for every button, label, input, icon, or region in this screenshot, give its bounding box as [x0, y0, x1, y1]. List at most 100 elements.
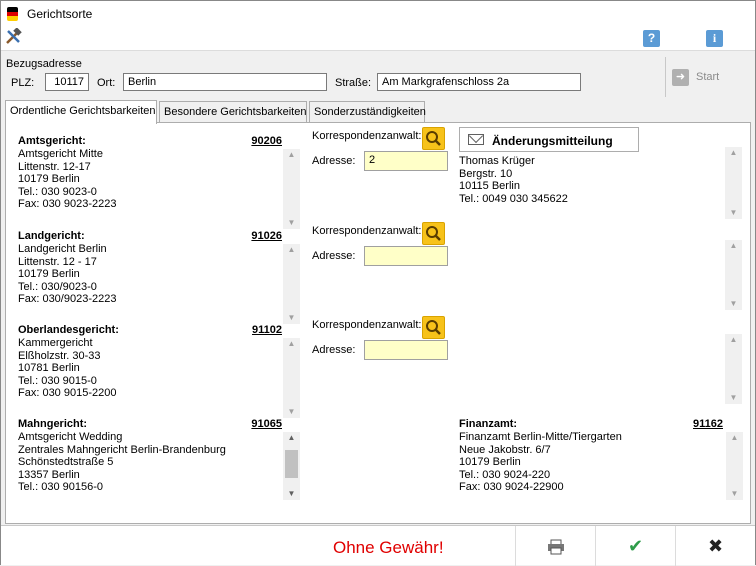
address-line: Littenstr. 12-17: [18, 160, 91, 173]
court-name: Finanzamt:: [459, 418, 518, 430]
court-mahngericht: Mahngericht: 91065 Amtsgericht Wedding Z…: [18, 418, 300, 510]
court-address: Amtsgericht Mitte Littenstr. 12-17 10179…: [18, 148, 280, 211]
scroll-down-icon[interactable]: ▼: [283, 217, 300, 229]
address-line: 10115 Berlin: [459, 180, 520, 193]
scroll-down-icon[interactable]: ▼: [725, 392, 742, 404]
scrollbar[interactable]: ▲ ▼: [283, 149, 300, 229]
address-field[interactable]: 2: [364, 151, 448, 171]
address-line: Tel.: 030 9024-220: [459, 468, 551, 481]
address-line: Bergstr. 10: [459, 167, 513, 180]
ort-input[interactable]: Berlin: [123, 73, 327, 91]
address-line: Schönstedtstraße 5: [18, 456, 114, 469]
scroll-down-icon[interactable]: ▼: [726, 488, 743, 500]
scrollbar[interactable]: ▲ ▼: [725, 147, 742, 219]
search-button[interactable]: [422, 222, 445, 245]
scroll-down-icon[interactable]: ▼: [283, 312, 300, 324]
change-notice-address: Thomas Krüger Bergstr. 10 10115 Berlin T…: [459, 155, 729, 205]
strasse-input[interactable]: Am Markgrafenschloss 2a: [377, 73, 581, 91]
title-bar: Gerichtsorte: [1, 1, 755, 27]
plz-label: PLZ:: [11, 77, 35, 89]
court-code[interactable]: 91102: [252, 324, 282, 336]
aenderungsmitteilung-label: Änderungsmitteilung: [492, 134, 613, 148]
scrollbar[interactable]: ▲ ▼: [726, 432, 743, 500]
arrow-right-icon: ➜: [672, 69, 689, 86]
address-line: Elßholzstr. 30-33: [18, 349, 101, 362]
tab-sonderzustaendigkeiten[interactable]: Sonderzuständigkeiten: [309, 101, 426, 123]
scroll-thumb[interactable]: [285, 450, 298, 478]
address-label: Adresse:: [312, 155, 356, 167]
address-field[interactable]: [364, 340, 448, 360]
court-code[interactable]: 90206: [251, 135, 282, 147]
aenderungsmitteilung-button[interactable]: Änderungsmitteilung: [459, 127, 639, 152]
search-button[interactable]: [422, 316, 445, 339]
address-line: Kammergericht: [18, 337, 93, 349]
scroll-down-icon[interactable]: ▼: [725, 298, 742, 310]
court-code[interactable]: 91026: [251, 230, 282, 242]
ort-label: Ort:: [97, 77, 116, 89]
address-line: 13357 Berlin: [18, 468, 80, 481]
cancel-button[interactable]: ✖: [675, 526, 755, 566]
plz-input[interactable]: 10117: [45, 73, 89, 91]
court-code[interactable]: 91065: [251, 418, 282, 430]
address-line: Tel.: 030 90156-0: [18, 481, 104, 494]
scrollbar[interactable]: ▲ ▼: [725, 240, 742, 310]
scroll-up-icon[interactable]: ▲: [283, 149, 300, 161]
group-label: Bezugsadresse: [6, 58, 82, 70]
scroll-up-icon[interactable]: ▲: [283, 338, 300, 350]
start-button[interactable]: ➜ Start: [672, 69, 742, 87]
court-address: Landgericht Berlin Littenstr. 12 - 17 10…: [18, 243, 280, 306]
court-name: Oberlandesgericht:: [18, 324, 119, 336]
magnifier-icon: [426, 131, 441, 146]
court-name: Mahngericht:: [18, 418, 88, 430]
court-amtsgericht: Amtsgericht: 90206 Amtsgericht Mitte Lit…: [18, 135, 300, 229]
print-button[interactable]: [515, 526, 595, 566]
court-landgericht: Landgericht: 91026 Landgericht Berlin Li…: [18, 230, 300, 324]
scroll-down-icon[interactable]: ▼: [283, 406, 300, 418]
scroll-down-icon[interactable]: ▼: [283, 488, 300, 500]
korrespondenz-oberlandesgericht: Korrespondenzanwalt: Adresse:: [312, 316, 452, 364]
address-line: Thomas Krüger: [459, 155, 535, 167]
court-address: Finanzamt Berlin-Mitte/Tiergarten Neue J…: [459, 431, 721, 494]
scroll-up-icon[interactable]: ▲: [726, 432, 743, 444]
tab-besondere[interactable]: Besondere Gerichtsbarkeiten: [159, 101, 307, 123]
warning-text: Ohne Gewähr!: [333, 538, 444, 557]
scrollbar[interactable]: ▲ ▼: [283, 244, 300, 324]
korrespondenz-landgericht: Korrespondenzanwalt: Adresse:: [312, 222, 452, 270]
info-button[interactable]: i: [706, 30, 723, 47]
scroll-up-icon[interactable]: ▲: [725, 147, 742, 159]
strasse-label: Straße:: [335, 77, 372, 89]
address-line: Landgericht Berlin: [18, 243, 107, 255]
address-line: Fax: 030/9023-2223: [18, 293, 117, 306]
court-code[interactable]: 91162: [693, 418, 723, 430]
search-button[interactable]: [422, 127, 445, 150]
ok-button[interactable]: ✔: [595, 526, 675, 566]
address-line: Fax: 030 9015-2200: [18, 387, 117, 400]
tab-ordentliche[interactable]: Ordentliche Gerichtsbarkeiten: [5, 100, 157, 124]
address-field[interactable]: [364, 246, 448, 266]
scrollbar[interactable]: ▲ ▼: [283, 338, 300, 418]
german-flag-icon: [7, 7, 18, 21]
help-button[interactable]: ?: [643, 30, 660, 47]
printer-icon: [547, 539, 564, 555]
scroll-up-icon[interactable]: ▲: [725, 240, 742, 252]
address-line: Littenstr. 12 - 17: [18, 255, 97, 268]
scroll-up-icon[interactable]: ▲: [283, 432, 300, 444]
scrollbar[interactable]: ▲ ▼: [725, 334, 742, 404]
address-line: Zentrales Mahngericht Berlin-Brandenburg: [18, 443, 226, 456]
scrollbar[interactable]: ▲ ▼: [283, 432, 300, 500]
address-line: Finanzamt Berlin-Mitte/Tiergarten: [459, 431, 622, 443]
hammer-wrench-icon[interactable]: [4, 27, 22, 46]
start-label: Start: [696, 71, 720, 83]
address-line: Tel.: 0049 030 345622: [459, 192, 568, 205]
korrespondenz-amtsgericht: Korrespondenzanwalt: Adresse: 2: [312, 127, 452, 175]
address-line: Tel.: 030 9023-0: [18, 185, 97, 198]
address-line: 10179 Berlin: [18, 173, 80, 186]
court-name: Amtsgericht:: [18, 135, 86, 147]
korrespondenz-label: Korrespondenzanwalt:: [312, 225, 422, 237]
scroll-down-icon[interactable]: ▼: [725, 207, 742, 219]
tab-panel: Amtsgericht: 90206 Amtsgericht Mitte Lit…: [5, 122, 751, 524]
magnifier-icon: [426, 226, 441, 241]
scroll-up-icon[interactable]: ▲: [725, 334, 742, 346]
scroll-up-icon[interactable]: ▲: [283, 244, 300, 256]
address-line: Fax: 030 9024-22900: [459, 481, 564, 494]
